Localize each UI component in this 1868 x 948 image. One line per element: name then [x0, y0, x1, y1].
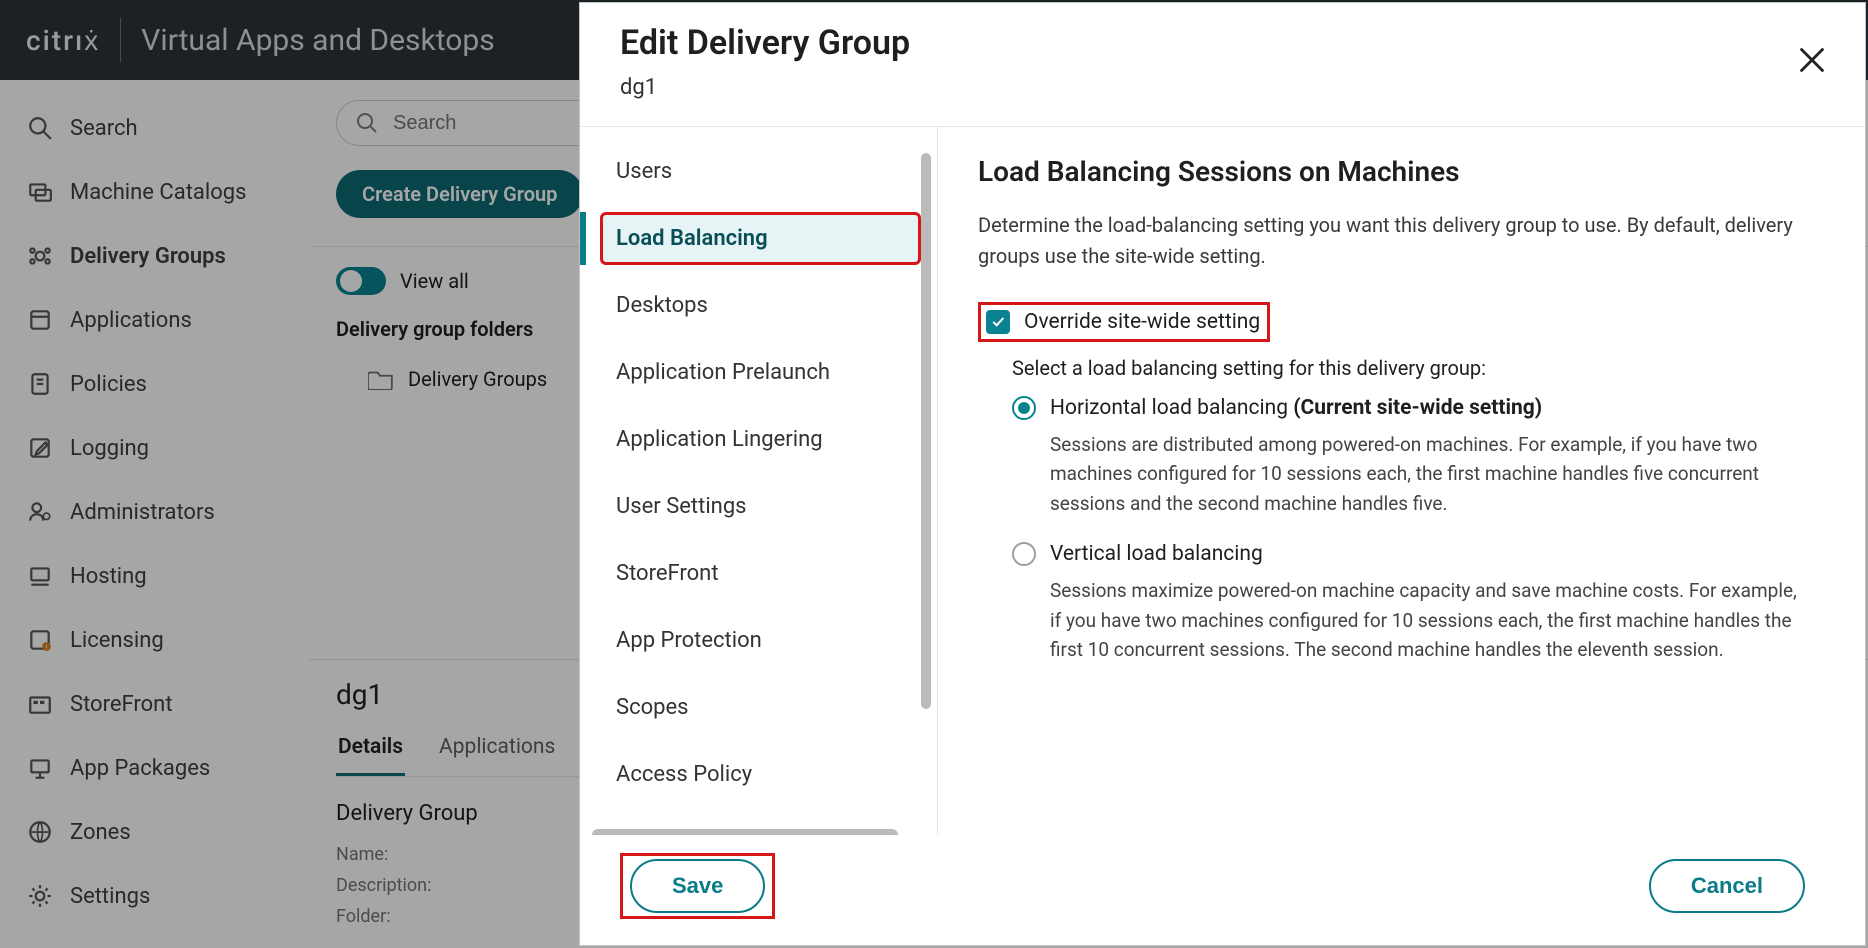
dialog-nav: Users Load Balancing Desktops Application P…: [580, 127, 937, 835]
content-heading: Load Balancing Sessions on Machines: [978, 155, 1825, 188]
dialog-nav-user-settings[interactable]: User Settings: [600, 480, 921, 533]
radio-description: Sessions are distributed among powered-o…: [1050, 430, 1810, 518]
radio-description: Sessions maximize powered-on machine cap…: [1050, 576, 1810, 664]
radio-horizontal-load-balancing[interactable]: Horizontal load balancing (Current site-…: [1012, 396, 1825, 420]
content-intro: Determine the load-balancing setting you…: [978, 210, 1825, 272]
radio-label: Vertical load balancing: [1050, 542, 1263, 566]
checkbox-checked-icon: [986, 310, 1010, 334]
nav-scrollbar-horizontal[interactable]: [592, 829, 898, 835]
nav-scrollbar-vertical[interactable]: [921, 153, 931, 709]
dialog-nav-application-lingering[interactable]: Application Lingering: [600, 413, 921, 466]
radio-label: Horizontal load balancing (Current site-…: [1050, 396, 1542, 420]
radio-icon: [1012, 396, 1036, 420]
select-intro: Select a load balancing setting for this…: [1012, 356, 1825, 380]
close-button[interactable]: [1795, 43, 1829, 77]
dialog-nav-desktops[interactable]: Desktops: [600, 279, 921, 332]
radio-icon: [1012, 542, 1036, 566]
radio-vertical-load-balancing[interactable]: Vertical load balancing: [1012, 542, 1825, 566]
close-icon: [1795, 43, 1829, 77]
dialog-nav-storefront[interactable]: StoreFront: [600, 547, 921, 600]
override-setting-checkbox[interactable]: Override site-wide setting: [978, 302, 1270, 342]
dialog-title: Edit Delivery Group: [620, 23, 1825, 63]
dialog-nav-app-protection[interactable]: App Protection: [600, 614, 921, 667]
edit-delivery-group-dialog: Edit Delivery Group dg1 Users Load Balanc…: [579, 2, 1866, 946]
override-label: Override site-wide setting: [1024, 310, 1260, 334]
dialog-nav-application-prelaunch[interactable]: Application Prelaunch: [600, 346, 921, 399]
dialog-nav-users[interactable]: Users: [600, 145, 921, 198]
dialog-nav-load-balancing[interactable]: Load Balancing: [600, 212, 921, 265]
dialog-subtitle: dg1: [620, 75, 1825, 100]
dialog-nav-scopes[interactable]: Scopes: [600, 681, 921, 734]
cancel-button[interactable]: Cancel: [1649, 859, 1805, 913]
dialog-nav-access-policy[interactable]: Access Policy: [600, 748, 921, 801]
save-button[interactable]: Save: [630, 859, 765, 913]
